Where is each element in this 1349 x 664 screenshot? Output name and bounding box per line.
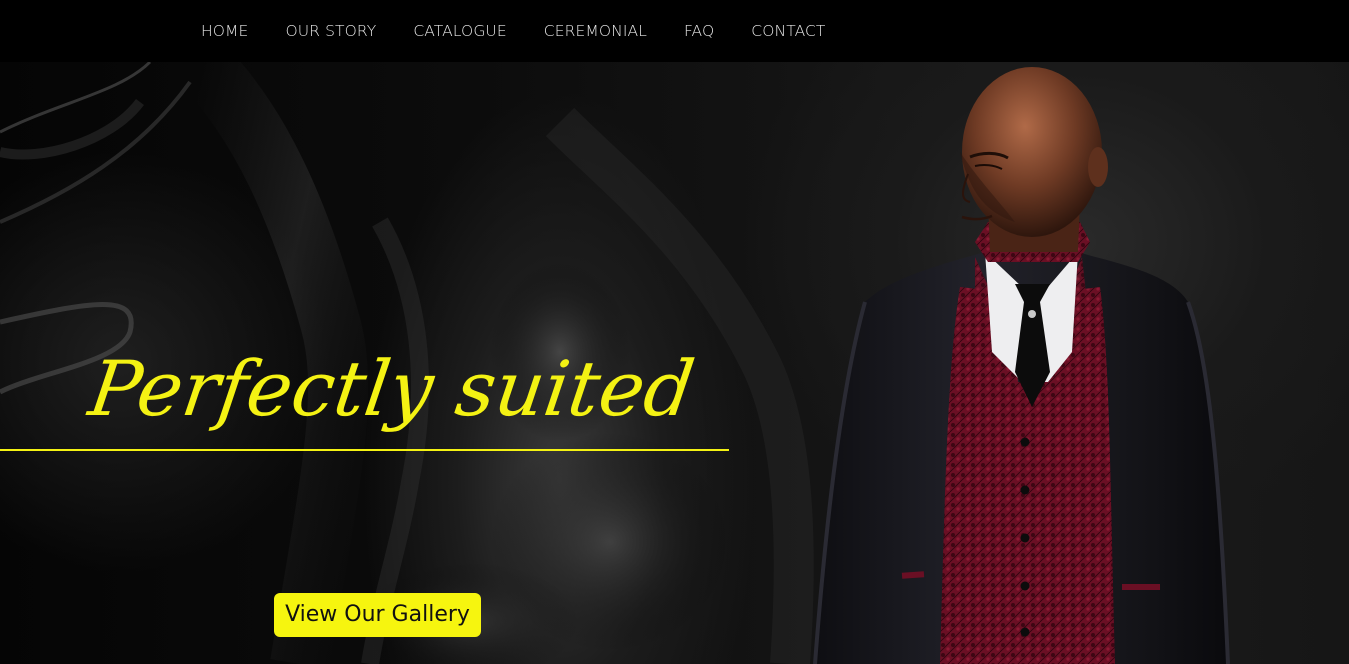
hero-banner: Perfectly suited View Our Gallery bbox=[0, 62, 1349, 664]
nav-item-contact[interactable]: CONTACT bbox=[751, 20, 825, 42]
nav-item-home[interactable]: HOME bbox=[201, 20, 248, 42]
nav-item-ceremonial[interactable]: CEREMONIAL bbox=[544, 20, 647, 42]
hero-headline: Perfectly suited bbox=[84, 344, 700, 433]
nav-item-our-story[interactable]: OUR STORY bbox=[285, 20, 376, 42]
headline-underline bbox=[0, 449, 729, 451]
model-suit-image bbox=[813, 67, 1230, 664]
nav-menu: HOME OUR STORY CATALOGUE CEREMONIAL FAQ … bbox=[201, 20, 863, 42]
top-navigation-bar: HOME OUR STORY CATALOGUE CEREMONIAL FAQ … bbox=[0, 0, 1349, 62]
nav-item-catalogue[interactable]: CATALOGUE bbox=[413, 20, 506, 42]
view-gallery-button[interactable]: View Our Gallery bbox=[274, 593, 481, 637]
nav-item-faq[interactable]: FAQ bbox=[684, 20, 714, 42]
